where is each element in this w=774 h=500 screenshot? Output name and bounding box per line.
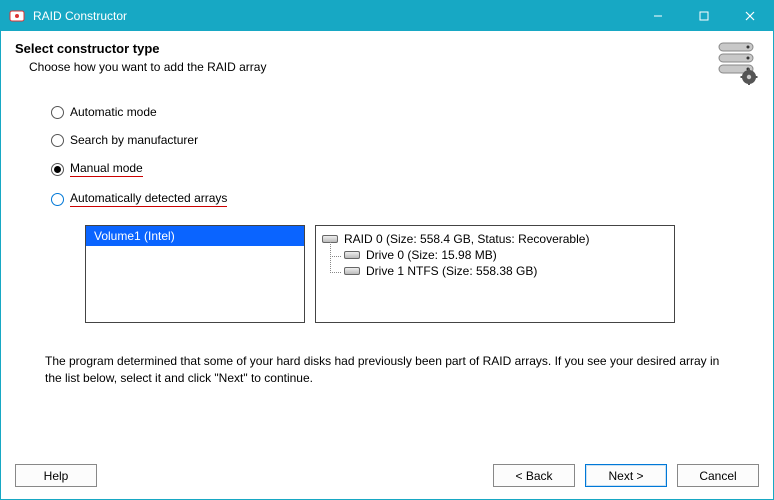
radio-label: Automatic mode bbox=[70, 105, 157, 119]
cancel-button[interactable]: Cancel bbox=[677, 464, 759, 487]
drive-row[interactable]: Drive 0 (Size: 15.98 MB) bbox=[344, 248, 668, 262]
app-icon bbox=[9, 8, 25, 24]
array-details: RAID 0 (Size: 558.4 GB, Status: Recovera… bbox=[315, 225, 675, 323]
titlebar: RAID Constructor bbox=[1, 1, 773, 31]
footer: Help < Back Next > Cancel bbox=[1, 454, 773, 499]
radio-label: Automatically detected arrays bbox=[70, 191, 227, 207]
radio-automatic-mode[interactable]: Automatic mode bbox=[51, 105, 729, 119]
drive-icon bbox=[344, 267, 360, 275]
radio-icon bbox=[51, 134, 64, 147]
raid-summary-text: RAID 0 (Size: 558.4 GB, Status: Recovera… bbox=[344, 232, 589, 246]
radio-icon bbox=[51, 163, 64, 176]
help-button[interactable]: Help bbox=[15, 464, 97, 487]
radio-auto-detected-arrays[interactable]: Automatically detected arrays bbox=[51, 191, 729, 207]
drive-icon bbox=[344, 251, 360, 259]
radio-search-by-manufacturer[interactable]: Search by manufacturer bbox=[51, 133, 729, 147]
radio-label: Search by manufacturer bbox=[70, 133, 198, 147]
radio-manual-mode[interactable]: Manual mode bbox=[51, 161, 729, 177]
body: Automatic mode Search by manufacturer Ma… bbox=[1, 91, 773, 454]
raid-summary-row[interactable]: RAID 0 (Size: 558.4 GB, Status: Recovera… bbox=[322, 232, 668, 246]
raid-drives-icon bbox=[715, 41, 759, 85]
window-title: RAID Constructor bbox=[33, 9, 635, 23]
radio-icon bbox=[51, 106, 64, 119]
next-button[interactable]: Next > bbox=[585, 464, 667, 487]
detected-arrays-area: Volume1 (Intel) RAID 0 (Size: 558.4 GB, … bbox=[85, 225, 729, 323]
maximize-button[interactable] bbox=[681, 1, 727, 31]
drive-label: Drive 1 NTFS (Size: 558.38 GB) bbox=[366, 264, 537, 278]
volumes-list[interactable]: Volume1 (Intel) bbox=[85, 225, 305, 323]
volume-item[interactable]: Volume1 (Intel) bbox=[86, 226, 304, 246]
radio-icon bbox=[51, 193, 64, 206]
info-text: The program determined that some of your… bbox=[45, 353, 723, 388]
page-header: Select constructor type Choose how you w… bbox=[1, 31, 773, 91]
page-subtitle: Choose how you want to add the RAID arra… bbox=[29, 60, 707, 74]
radio-label: Manual mode bbox=[70, 161, 143, 177]
close-button[interactable] bbox=[727, 1, 773, 31]
page-title: Select constructor type bbox=[15, 41, 707, 56]
drive-row[interactable]: Drive 1 NTFS (Size: 558.38 GB) bbox=[344, 264, 668, 278]
drive-label: Drive 0 (Size: 15.98 MB) bbox=[366, 248, 497, 262]
back-button[interactable]: < Back bbox=[493, 464, 575, 487]
window: RAID Constructor Select constructor type… bbox=[0, 0, 774, 500]
minimize-button[interactable] bbox=[635, 1, 681, 31]
